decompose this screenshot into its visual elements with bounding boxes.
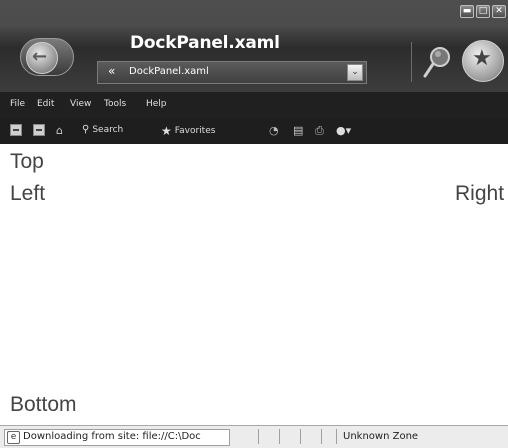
menu-file[interactable]: File: [10, 99, 25, 109]
search-label: Search: [92, 124, 124, 135]
menu-tools[interactable]: Tools: [104, 99, 126, 109]
home-icon: ⌂: [56, 124, 63, 137]
favorites-label: Favorites: [174, 126, 216, 136]
page-content: Top Left Right Bottom: [0, 144, 508, 425]
refresh-icon: [33, 124, 45, 136]
menu-help[interactable]: Help: [146, 99, 167, 109]
dock-bottom-text: Bottom: [10, 393, 77, 416]
stop-icon: [10, 124, 22, 136]
media-button[interactable]: ▤: [293, 124, 303, 137]
messenger-button[interactable]: ●▾: [336, 124, 351, 137]
address-dropdown-button[interactable]: ⌄: [347, 64, 363, 81]
dock-right-text: Right: [455, 182, 505, 205]
menu-edit[interactable]: Edit: [37, 99, 54, 109]
status-message-panel: e Downloading from site: file://C:\Doc: [4, 429, 230, 446]
window-controls: ▬ □ ✕: [460, 5, 506, 18]
star-icon: ★: [161, 124, 172, 138]
search-button[interactable]: ⚲ Search: [82, 124, 123, 135]
close-button[interactable]: ✕: [492, 5, 506, 18]
favorites-center-button[interactable]: ★: [462, 40, 504, 82]
status-message: Downloading from site: file://C:\Doc: [23, 431, 201, 442]
command-toolbar: ⌂ ⚲ Search ★ Favorites ◔ ▤ ⎙ ●▾: [0, 118, 508, 144]
maximize-button[interactable]: □: [476, 5, 490, 18]
refresh-button[interactable]: [33, 124, 45, 136]
home-button[interactable]: ⌂: [56, 124, 63, 137]
favorites-star-icon: ★: [472, 46, 492, 71]
messenger-icon: ●▾: [336, 124, 352, 137]
status-bar: e Downloading from site: file://C:\Doc U…: [0, 425, 508, 448]
history-icon: ◔: [269, 124, 279, 137]
window-title: DockPanel.xaml: [130, 33, 280, 53]
media-icon: ▤: [293, 124, 304, 137]
dock-left-text: Left: [10, 182, 46, 205]
history-button[interactable]: ◔: [269, 124, 279, 137]
minimize-button[interactable]: ▬: [460, 5, 474, 18]
search-icon: ⚲: [82, 124, 90, 135]
ie-page-icon: e: [7, 431, 20, 444]
back-arrow-icon: ←: [26, 42, 58, 74]
status-cell: [336, 429, 337, 444]
address-bar[interactable]: « DockPanel.xaml ⌄: [97, 61, 367, 84]
print-icon: ⎙: [315, 124, 324, 137]
back-button[interactable]: ←: [20, 38, 74, 76]
menu-view[interactable]: View: [70, 99, 91, 109]
status-cell: [258, 429, 259, 444]
address-input[interactable]: DockPanel.xaml: [129, 66, 209, 77]
search-magnifier-icon[interactable]: [422, 45, 452, 79]
favorites-button[interactable]: ★ Favorites: [161, 124, 215, 138]
title-bar: ▬ □ ✕ ← DockPanel.xaml « DockPanel.xaml …: [0, 0, 508, 92]
menu-bar: File Edit View Tools Help: [0, 92, 508, 120]
dock-top-text: Top: [10, 150, 44, 173]
security-zone-label: Unknown Zone: [343, 431, 419, 442]
status-cell: [321, 429, 322, 444]
print-button[interactable]: ⎙: [315, 124, 324, 138]
status-cell: [279, 429, 280, 444]
address-chevron[interactable]: «: [108, 64, 115, 78]
stop-button[interactable]: [10, 124, 22, 136]
status-cell: [300, 429, 301, 444]
browser-window: ▬ □ ✕ ← DockPanel.xaml « DockPanel.xaml …: [0, 0, 508, 448]
title-separator: [411, 42, 412, 82]
